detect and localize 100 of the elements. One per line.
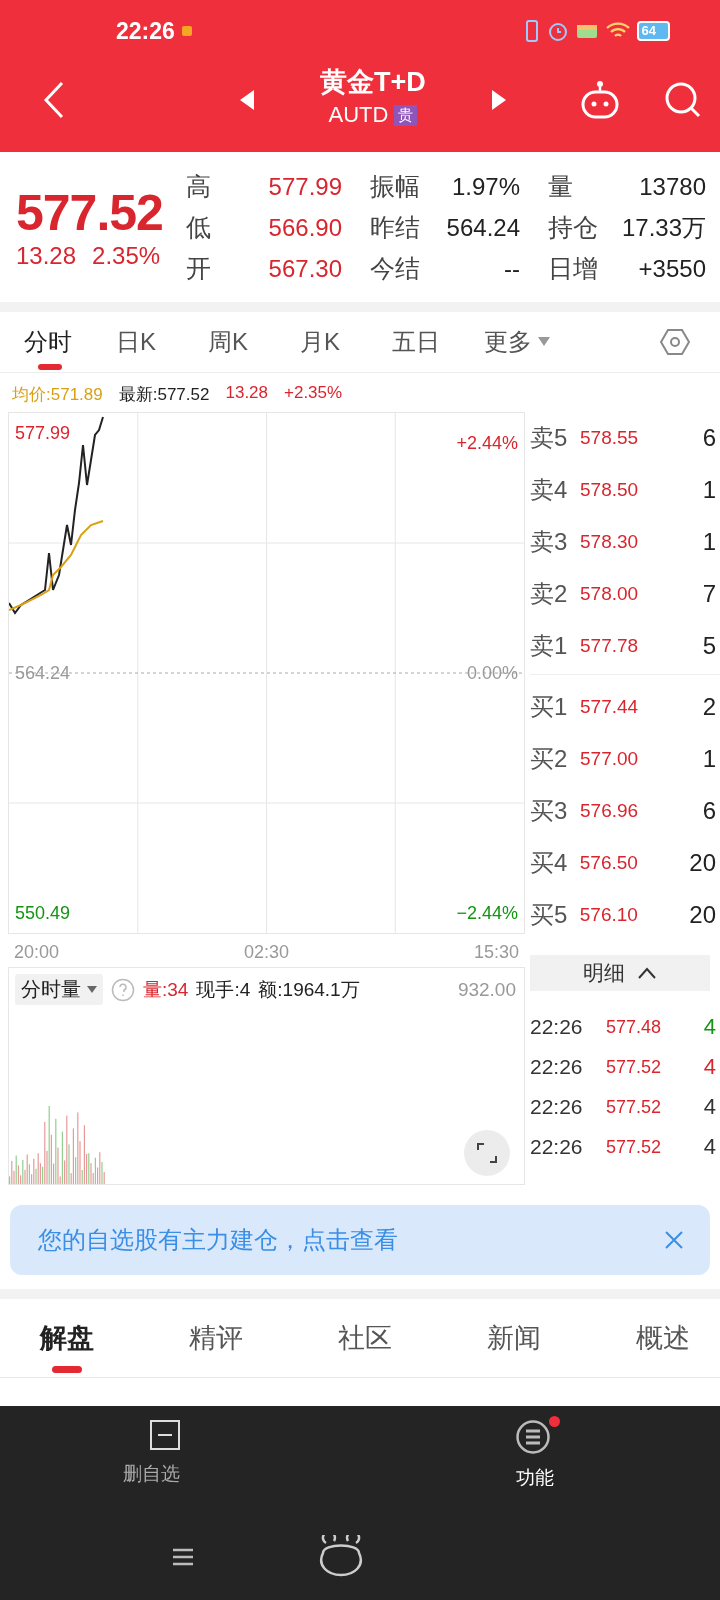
fullscreen-button[interactable] [464, 1130, 510, 1176]
order-level: 卖4 [530, 475, 569, 505]
fullscreen-icon [475, 1141, 499, 1165]
order-level: 买2 [530, 744, 569, 774]
stat-value: +3550 [638, 254, 706, 283]
order-level: 买1 [530, 692, 569, 722]
settings-icon[interactable] [660, 327, 690, 357]
order-volume: 1 [701, 476, 717, 504]
stat-value: 1.97% [451, 172, 520, 201]
latest-price: 最新:577.52 [118, 384, 210, 406]
order-level: 卖3 [530, 527, 569, 557]
trade-volume: 4 [702, 1134, 717, 1160]
next-icon[interactable] [492, 90, 506, 110]
order-volume: 20 [689, 901, 717, 929]
trade-price: 577.52 [606, 1096, 663, 1118]
trade-time: 22:26 [530, 1135, 584, 1159]
content-tab[interactable]: 解盘 [40, 1299, 94, 1377]
back-icon[interactable] [42, 81, 66, 119]
order-level: 卖2 [530, 579, 569, 609]
order-volume: 5 [701, 632, 717, 660]
card-icon [574, 22, 599, 40]
percent-change: 2.35% [92, 242, 161, 270]
order-level: 卖1 [530, 631, 569, 661]
toolbar-button[interactable]: 功能 [360, 1420, 720, 1491]
order-volume: 6 [701, 797, 717, 825]
order-volume: 1 [701, 528, 717, 556]
order-level: 买5 [530, 900, 569, 930]
stat-value: 566.90 [268, 213, 342, 242]
stat-value: 17.33万 [621, 212, 706, 243]
content-tab[interactable]: 精评 [189, 1299, 243, 1377]
content-tab[interactable]: 社区 [338, 1299, 392, 1377]
chart-tab[interactable]: 分时 [24, 312, 116, 372]
trade-price: 577.52 [606, 1136, 663, 1158]
order-price: 576.96 [580, 800, 640, 822]
menu-icon [516, 1420, 550, 1454]
chart-tab[interactable]: 周K [208, 312, 300, 372]
stat-value: 577.99 [268, 172, 342, 201]
instrument-title: 黄金T+D [320, 66, 426, 99]
percent-change: +2.35% [284, 383, 343, 404]
alarm-icon [546, 20, 569, 42]
order-level: 卖5 [530, 423, 569, 453]
chart-tab[interactable]: 日K [116, 312, 208, 372]
axis-label: +2.44% [456, 432, 518, 455]
order-price: 578.30 [580, 531, 640, 553]
axis-label: 20:00 [14, 942, 60, 963]
stat-label: 昨结 [370, 211, 420, 243]
order-volume: 7 [701, 580, 717, 608]
stat-label: 今结 [370, 252, 420, 284]
trade-price: 577.48 [606, 1016, 663, 1038]
order-price: 577.78 [580, 635, 640, 657]
order-price: 576.50 [579, 852, 639, 874]
content-tab[interactable]: 新闻 [487, 1299, 541, 1377]
volume-selector[interactable]: 分时量 [15, 974, 103, 1005]
chevron-up-icon [637, 967, 657, 979]
order-price: 577.44 [580, 696, 640, 718]
average-price: 均价:571.89 [12, 384, 103, 406]
trade-volume: 4 [702, 1014, 717, 1040]
current-hand: 现手:4 [196, 977, 251, 1002]
order-volume: 1 [701, 745, 717, 773]
axis-label: 0.00% [466, 663, 518, 683]
order-volume: 2 [701, 693, 717, 721]
trade-details-toggle[interactable]: 明细 [530, 955, 710, 991]
close-icon[interactable] [664, 1230, 684, 1250]
trade-time: 22:26 [530, 1015, 584, 1039]
app-notification-icon [180, 25, 193, 37]
axis-label: 932.00 [457, 978, 516, 1001]
exchange-badge: 贵 [394, 104, 418, 126]
chart-tab[interactable]: 月K [300, 312, 392, 372]
robot-icon[interactable] [580, 80, 620, 120]
last-price: 577.52 [16, 184, 164, 242]
stat-value: -- [504, 254, 520, 283]
trade-volume: 4 [702, 1054, 717, 1080]
previous-icon[interactable] [240, 90, 254, 110]
clock-time: 22:26 [116, 17, 175, 45]
trade-volume: 4 [702, 1094, 717, 1120]
trade-time: 22:26 [530, 1095, 584, 1119]
order-volume: 20 [689, 849, 717, 877]
content-tab[interactable]: 概述 [636, 1299, 690, 1377]
dropdown-icon [87, 985, 97, 994]
instrument-code: AUTD [328, 102, 389, 128]
stat-label: 日增 [548, 252, 598, 284]
price-change: 13.28 [16, 242, 77, 270]
axis-label: 577.99 [15, 423, 71, 443]
volume-value: 量:34 [143, 977, 189, 1002]
turnover-amount: 额:1964.1万 [258, 977, 360, 1002]
search-icon[interactable] [664, 81, 702, 119]
chart-tab[interactable]: 更多 [484, 312, 576, 372]
trade-time: 22:26 [530, 1055, 584, 1079]
price-change: 13.28 [225, 383, 268, 404]
menu-icon[interactable] [172, 1548, 194, 1566]
stat-label: 开 [186, 252, 211, 284]
order-price: 577.00 [580, 748, 640, 770]
chart-tab[interactable]: 五日 [392, 312, 484, 372]
order-level: 买4 [530, 848, 569, 878]
toolbar-button[interactable]: 删自选 [0, 1420, 360, 1491]
stat-value: 564.24 [446, 213, 520, 242]
stat-value: 567.30 [268, 254, 342, 283]
stat-label: 低 [186, 211, 211, 243]
stat-label: 量 [548, 170, 573, 202]
order-price: 576.10 [579, 904, 639, 926]
